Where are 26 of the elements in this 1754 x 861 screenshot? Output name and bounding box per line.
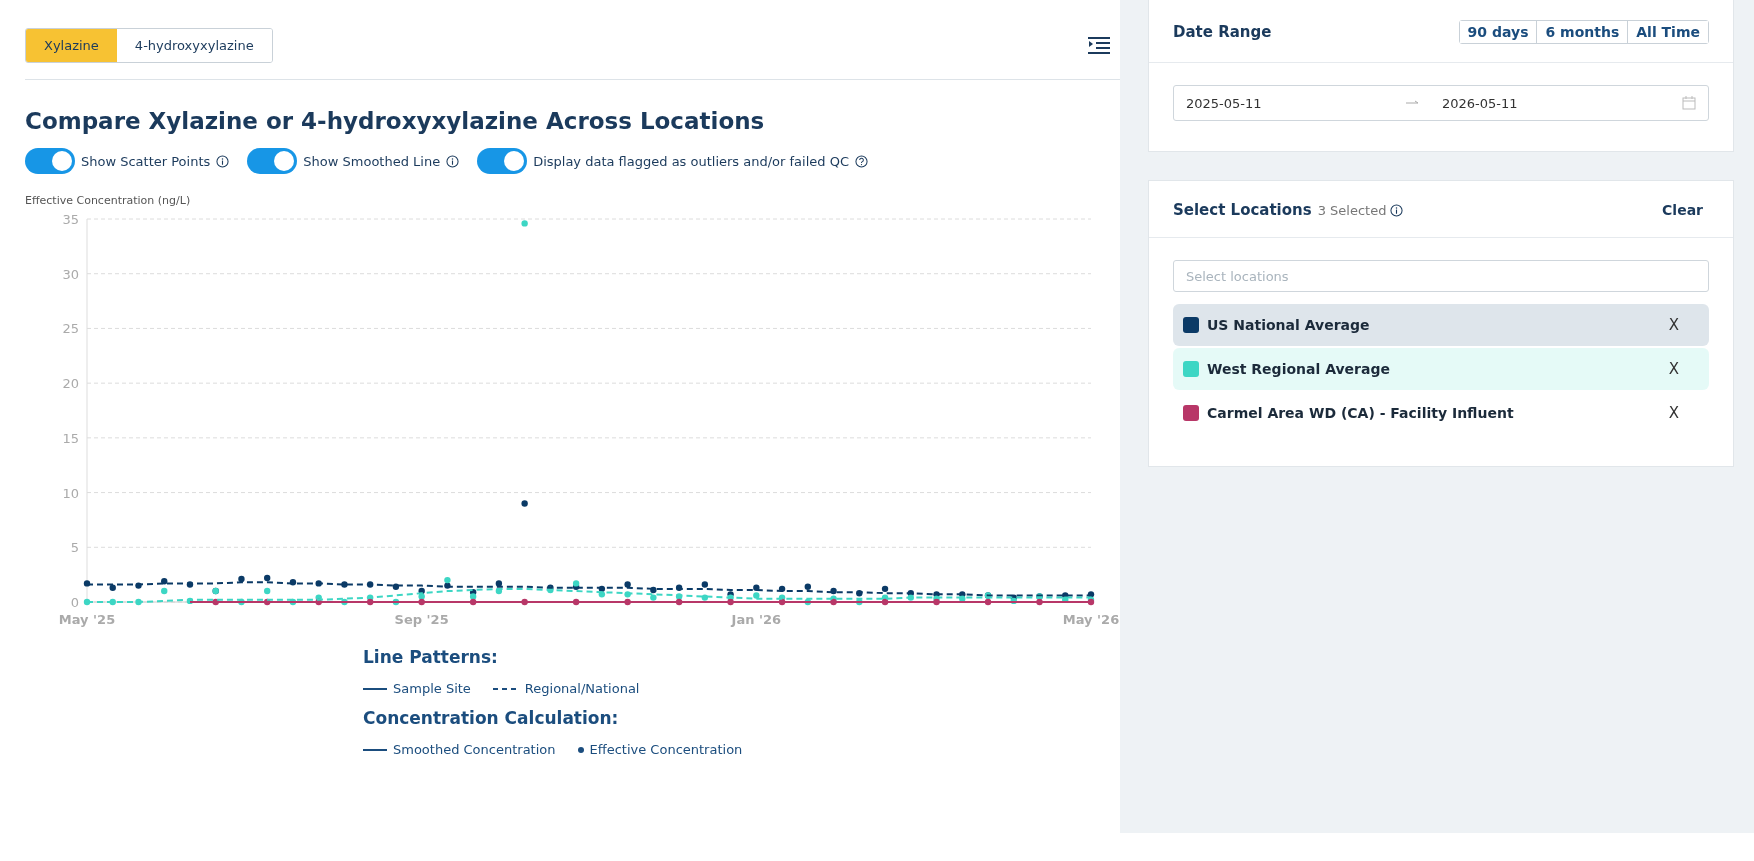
legend-heading: Concentration Calculation: bbox=[363, 708, 620, 728]
card-title: Date Range bbox=[1173, 23, 1272, 41]
page-title: Compare Xylazine or 4-hydroxyxylazine Across Locations bbox=[25, 108, 766, 134]
x-tick-label: Sep '25 bbox=[394, 612, 449, 627]
y-tick-label: 15 bbox=[62, 430, 79, 446]
x-tick-label: May '26 bbox=[1062, 612, 1120, 627]
y-axis-label: Effective Concentration (ng/L) bbox=[25, 194, 192, 207]
y-tick-label: 20 bbox=[62, 376, 79, 392]
legend-heading: Line Patterns: bbox=[363, 647, 499, 667]
y-tick-label: 10 bbox=[62, 485, 79, 501]
legend-label: Regional/National bbox=[524, 681, 640, 696]
card-title: Select Locations bbox=[1173, 201, 1312, 219]
toggle-label: Show Scatter Points bbox=[81, 153, 211, 169]
y-tick-label: 30 bbox=[62, 266, 79, 282]
selected-count: 3 Selected bbox=[1317, 202, 1387, 218]
x-tick-label: Jan '26 bbox=[731, 612, 782, 627]
legend-label: Sample Site bbox=[393, 681, 471, 696]
toggle-label: Display data flagged as outliers and/or failed QC bbox=[533, 153, 849, 169]
y-tick-label: 5 bbox=[70, 540, 79, 556]
y-tick-label: 35 bbox=[62, 212, 79, 227]
x-tick-label: May '25 bbox=[58, 612, 116, 627]
legend-label: Smoothed Concentration bbox=[393, 742, 556, 757]
y-tick-label: 25 bbox=[62, 321, 79, 337]
y-tick-label: 0 bbox=[70, 595, 79, 610]
toggle-label: Show Smoothed Line bbox=[303, 153, 441, 169]
legend-label: Effective Concentration bbox=[589, 742, 743, 757]
